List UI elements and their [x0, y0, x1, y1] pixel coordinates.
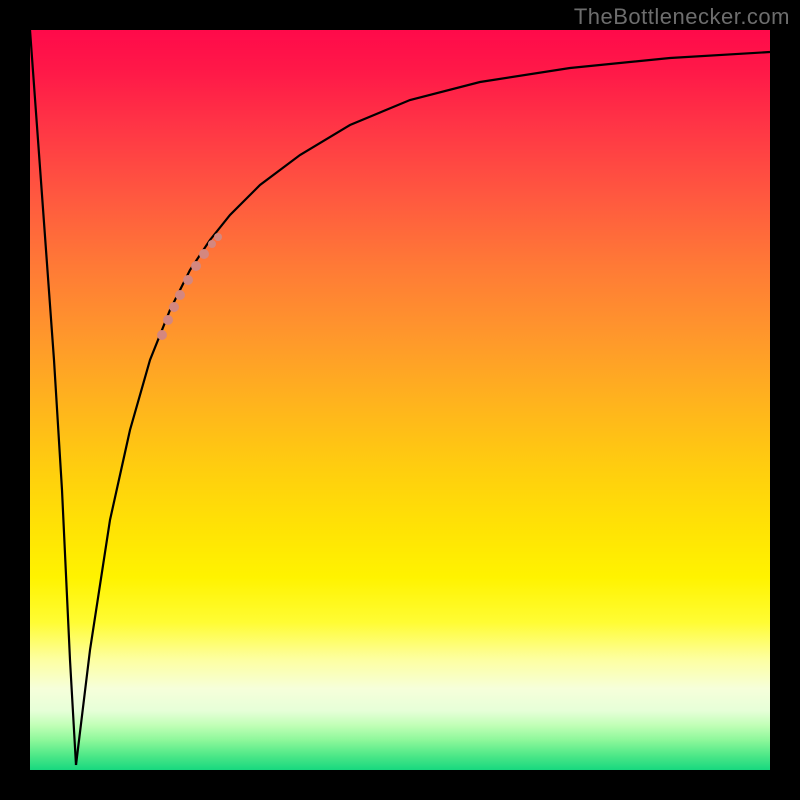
plot-area: [30, 30, 770, 770]
highlighted-dots: [157, 233, 222, 340]
attribution-text: TheBottlenecker.com: [574, 4, 790, 30]
curve-right-rising: [76, 52, 770, 765]
chart-frame: TheBottlenecker.com: [0, 0, 800, 800]
curve-layer: [30, 30, 770, 770]
curve-left-falling: [30, 30, 76, 765]
